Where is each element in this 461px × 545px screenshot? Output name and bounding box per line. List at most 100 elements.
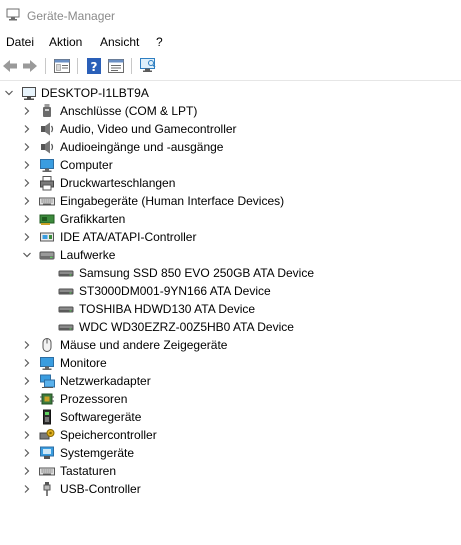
- disk-drive-icon: [58, 306, 74, 313]
- menu-file[interactable]: Datei: [4, 35, 36, 49]
- computer-icon: [22, 87, 36, 100]
- tree-device[interactable]: TOSHIBA HDWD130 ATA Device: [0, 300, 461, 318]
- tree-category[interactable]: Tastaturen: [0, 462, 461, 480]
- graphics-card-icon: [39, 214, 55, 225]
- chevron-right-icon[interactable]: [22, 160, 32, 170]
- controller-icon: [40, 232, 54, 242]
- system-device-icon: [40, 446, 54, 459]
- tree-device[interactable]: ST3000DM001-9YN166 ATA Device: [0, 282, 461, 300]
- disk-drive-icon: [58, 270, 74, 277]
- chevron-right-icon[interactable]: [22, 358, 32, 368]
- tree-device-label: WDC WD30EZRZ-00Z5HB0 ATA Device: [79, 320, 294, 334]
- chevron-right-icon[interactable]: [22, 466, 32, 476]
- tree-category-label: Systemgeräte: [60, 446, 135, 460]
- title-bar: Geräte-Manager: [0, 0, 461, 31]
- scan-hardware-icon[interactable]: [139, 57, 157, 75]
- speaker-icon: [41, 140, 54, 154]
- chevron-right-icon[interactable]: [22, 448, 32, 458]
- toolbar-divider: [0, 80, 461, 81]
- chevron-right-icon[interactable]: [22, 214, 32, 224]
- processor-icon: [40, 393, 54, 405]
- tree-category[interactable]: Monitore: [0, 354, 461, 372]
- chevron-right-icon[interactable]: [22, 232, 32, 242]
- toolbar-separator: [131, 58, 132, 74]
- printer-icon: [40, 176, 54, 191]
- tree-category-label: Druckwarteschlangen: [60, 176, 176, 190]
- chevron-right-icon[interactable]: [22, 484, 32, 494]
- chevron-right-icon[interactable]: [22, 394, 32, 404]
- tree-category-label: Tastaturen: [60, 464, 117, 478]
- tree-category[interactable]: Anschlüsse (COM & LPT): [0, 102, 461, 120]
- tree-device[interactable]: WDC WD30EZRZ-00Z5HB0 ATA Device: [0, 318, 461, 336]
- tree-category-label: Prozessoren: [60, 392, 128, 406]
- tree-category[interactable]: Systemgeräte: [0, 444, 461, 462]
- svg-text:?: ?: [91, 60, 98, 74]
- monitor-icon: [40, 159, 54, 172]
- tree-category[interactable]: Speichercontroller: [0, 426, 461, 444]
- tree-category-label: USB-Controller: [60, 482, 141, 496]
- tree-device-label: TOSHIBA HDWD130 ATA Device: [79, 302, 256, 316]
- keyboard-icon: [39, 197, 55, 206]
- tree-category-label: Grafikkarten: [60, 212, 126, 226]
- tree-category[interactable]: IDE ATA/ATAPI-Controller: [0, 228, 461, 246]
- tree-category[interactable]: Grafikkarten: [0, 210, 461, 228]
- storage-controller-icon: [39, 429, 55, 440]
- back-arrow-icon[interactable]: [1, 57, 19, 75]
- monitor-icon: [40, 357, 54, 370]
- tree-category[interactable]: Laufwerke: [0, 246, 461, 264]
- toolbar-separator: [45, 58, 46, 74]
- usb-icon: [43, 482, 51, 496]
- chevron-right-icon[interactable]: [22, 178, 32, 188]
- tree-category-label: Monitore: [60, 356, 107, 370]
- keyboard-icon: [39, 467, 55, 476]
- tree-category[interactable]: Computer: [0, 156, 461, 174]
- chevron-right-icon[interactable]: [22, 376, 32, 386]
- tree-category[interactable]: Prozessoren: [0, 390, 461, 408]
- tree-category[interactable]: Audio, Video und Gamecontroller: [0, 120, 461, 138]
- tree-category-label: Audioeingänge und -ausgänge: [60, 140, 224, 154]
- chevron-right-icon[interactable]: [22, 196, 32, 206]
- tree-category[interactable]: Eingabegeräte (Human Interface Devices): [0, 192, 461, 210]
- network-adapter-icon: [40, 374, 55, 388]
- tree-root-label: DESKTOP-I1LBT9A: [41, 86, 149, 100]
- tree-category-label: Speichercontroller: [60, 428, 157, 442]
- chevron-right-icon[interactable]: [22, 340, 32, 350]
- port-icon: [43, 104, 51, 117]
- menu-help[interactable]: ?: [154, 35, 165, 49]
- tree-root[interactable]: DESKTOP-I1LBT9A: [0, 84, 461, 102]
- toolbar-separator: [77, 58, 78, 74]
- disk-drive-icon: [58, 288, 74, 295]
- tree-category-label: Audio, Video und Gamecontroller: [60, 122, 237, 136]
- tree-device[interactable]: Samsung SSD 850 EVO 250GB ATA Device: [0, 264, 461, 282]
- chevron-right-icon[interactable]: [22, 142, 32, 152]
- menu-view[interactable]: Ansicht: [98, 35, 141, 49]
- tree-category-label: Softwaregeräte: [60, 410, 142, 424]
- help-icon[interactable]: ?: [85, 57, 103, 75]
- tree-category[interactable]: Softwaregeräte: [0, 408, 461, 426]
- tree-category-label: Eingabegeräte (Human Interface Devices): [60, 194, 285, 208]
- tree-category-label: Mäuse und andere Zeigegeräte: [60, 338, 228, 352]
- tree-device-label: ST3000DM001-9YN166 ATA Device: [79, 284, 271, 298]
- tree-category[interactable]: Mäuse und andere Zeigegeräte: [0, 336, 461, 354]
- disk-drive-icon: [39, 251, 55, 260]
- chevron-down-icon[interactable]: [22, 250, 32, 260]
- device-manager-icon: [6, 8, 20, 21]
- menu-action[interactable]: Aktion: [47, 35, 84, 49]
- show-hidden-icon[interactable]: [107, 57, 125, 75]
- tree-category-label: Netzwerkadapter: [60, 374, 151, 388]
- tree-category[interactable]: Druckwarteschlangen: [0, 174, 461, 192]
- chevron-right-icon[interactable]: [22, 430, 32, 440]
- speaker-icon: [41, 122, 54, 136]
- tree-category[interactable]: USB-Controller: [0, 480, 461, 498]
- chevron-right-icon[interactable]: [22, 106, 32, 116]
- tree-category[interactable]: Audioeingänge und -ausgänge: [0, 138, 461, 156]
- software-device-icon: [43, 409, 51, 425]
- chevron-right-icon[interactable]: [22, 124, 32, 134]
- tree-category[interactable]: Netzwerkadapter: [0, 372, 461, 390]
- forward-arrow-icon[interactable]: [21, 57, 39, 75]
- properties-view-icon[interactable]: [53, 57, 71, 75]
- chevron-right-icon[interactable]: [22, 412, 32, 422]
- chevron-down-icon[interactable]: [4, 88, 14, 98]
- tree-category-label: Computer: [60, 158, 113, 172]
- menu-bar: Datei Aktion Ansicht ?: [0, 33, 461, 53]
